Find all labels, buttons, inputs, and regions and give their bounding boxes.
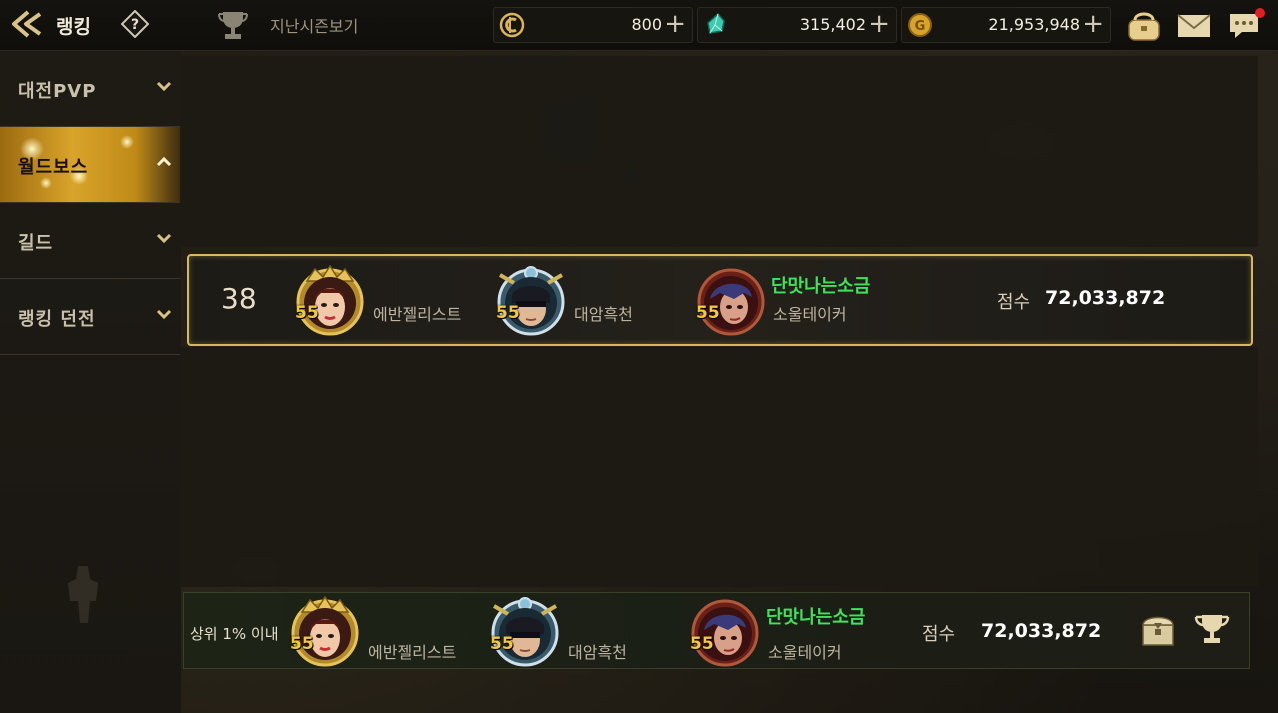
hero-level: 55 xyxy=(290,634,314,654)
coin-value: 800 xyxy=(631,15,662,34)
rank-number: 38 xyxy=(221,282,257,315)
hero-name: 에반젤리스트 xyxy=(373,305,462,324)
hero-evangelist-portrait-icon xyxy=(296,264,364,336)
sidebar-item-label: 랭킹 던전 xyxy=(18,309,96,330)
currency-gold: G 21,953,948 + xyxy=(901,7,1111,43)
ranking-reward-button[interactable] xyxy=(1192,609,1232,649)
back-button[interactable] xyxy=(10,8,46,40)
chevron-down-icon xyxy=(156,309,172,320)
coin-c-icon xyxy=(499,12,525,38)
ranking-list-top[interactable] xyxy=(180,56,1258,247)
ranking-list-bottom[interactable] xyxy=(180,347,1258,587)
hero-portrait[interactable]: 55 xyxy=(494,263,568,337)
hero-portrait[interactable]: 55 xyxy=(488,594,562,668)
hero-soul-taker-portrait-icon xyxy=(697,268,765,336)
trophy-icon xyxy=(218,12,248,39)
last-season-label: 지난시즌보기 xyxy=(270,17,359,36)
sidebar-item-label: 대전PVP xyxy=(18,81,97,102)
score-value: 72,033,872 xyxy=(981,620,1102,642)
hero-level: 55 xyxy=(490,634,514,654)
hero-dark-sky-portrait-icon xyxy=(491,597,559,667)
gold-icon: G xyxy=(908,13,932,37)
mail-button[interactable] xyxy=(1174,6,1214,44)
sidebar-item-label: 길드 xyxy=(18,233,54,254)
mail-icon xyxy=(1177,14,1211,37)
score-label: 점수 xyxy=(997,292,1031,313)
hero-dark-sky-portrait-icon xyxy=(497,266,565,336)
chat-button[interactable] xyxy=(1226,6,1266,44)
back-arrow-icon xyxy=(12,10,42,38)
chevron-up-icon xyxy=(156,156,172,167)
svg-text:G: G xyxy=(915,19,926,34)
chat-icon xyxy=(1230,8,1265,38)
sidebar-item-world-boss[interactable]: 월드보스 xyxy=(0,127,181,203)
hero-name: 에반젤리스트 xyxy=(368,643,457,662)
page-title: 랭킹 xyxy=(56,16,91,38)
add-coin-button[interactable]: + xyxy=(664,9,686,39)
add-gold-button[interactable]: + xyxy=(1082,9,1104,39)
sidebar-item-ranking-dungeon[interactable]: 랭킹 던전 xyxy=(0,279,181,355)
hero-portrait[interactable]: 55 xyxy=(293,263,367,337)
my-ranking-row[interactable]: 38 55 에반젤리스트 55 대암흑천 55 단맛나는소금 소울테이커 점수 … xyxy=(187,254,1253,346)
chevron-down-icon xyxy=(156,233,172,244)
crystal-value: 315,402 xyxy=(799,15,866,34)
currency-crystal: 315,402 + xyxy=(697,7,897,43)
hero-soul-taker-portrait-icon xyxy=(691,599,759,667)
character-silhouette-icon xyxy=(68,566,98,623)
inventory-button[interactable] xyxy=(1124,6,1164,44)
hero-portrait[interactable]: 55 xyxy=(688,594,762,668)
sidebar-item-guild[interactable]: 길드 xyxy=(0,203,181,279)
hero-name: 소울테이커 xyxy=(773,305,847,324)
sidebar-item-pvp[interactable]: 대전PVP xyxy=(0,51,181,127)
player-name: 단맛나는소금 xyxy=(766,607,866,628)
treasure-chest-icon xyxy=(1142,616,1174,646)
score-label: 점수 xyxy=(922,624,956,645)
hero-portrait[interactable]: 55 xyxy=(694,263,768,337)
help-button[interactable]: ? xyxy=(120,9,150,39)
score-value: 72,033,872 xyxy=(1045,287,1166,309)
sidebar: 대전PVP 월드보스 길드 랭킹 던전 xyxy=(0,51,181,713)
rank-percentile: 상위 1% 이내 xyxy=(190,625,279,643)
hero-evangelist-portrait-icon xyxy=(291,595,359,667)
trophy-icon xyxy=(1194,615,1230,643)
crystal-icon xyxy=(707,12,725,34)
hero-level: 55 xyxy=(496,303,520,323)
bag-icon xyxy=(1128,12,1160,41)
notification-dot xyxy=(1255,8,1265,18)
help-icon: ? xyxy=(120,9,150,39)
hero-name: 소울테이커 xyxy=(768,643,842,662)
hero-level: 55 xyxy=(696,303,720,323)
hero-portrait[interactable]: 55 xyxy=(288,594,362,668)
top-bar: 랭킹 ? 지난시즌보기 800 + 315,402 + G 21,953,948… xyxy=(0,0,1278,51)
sidebar-item-label: 월드보스 xyxy=(18,157,89,178)
gold-value: 21,953,948 xyxy=(988,15,1080,34)
my-best-record-bar: 상위 1% 이내 55 에반젤리스트 55 대암흑천 55 단맛나는소금 소울테… xyxy=(183,592,1250,669)
last-season-button[interactable]: 지난시즌보기 xyxy=(214,8,358,42)
hero-level: 55 xyxy=(295,303,319,323)
player-name: 단맛나는소금 xyxy=(771,276,871,297)
reward-chest-button[interactable] xyxy=(1140,609,1176,649)
hero-name: 대암흑천 xyxy=(568,643,627,662)
add-crystal-button[interactable]: + xyxy=(868,9,890,39)
hero-level: 55 xyxy=(690,634,714,654)
svg-text:?: ? xyxy=(131,17,139,33)
hero-name: 대암흑천 xyxy=(574,305,633,324)
chevron-down-icon xyxy=(156,81,172,92)
currency-coin: 800 + xyxy=(493,7,693,43)
